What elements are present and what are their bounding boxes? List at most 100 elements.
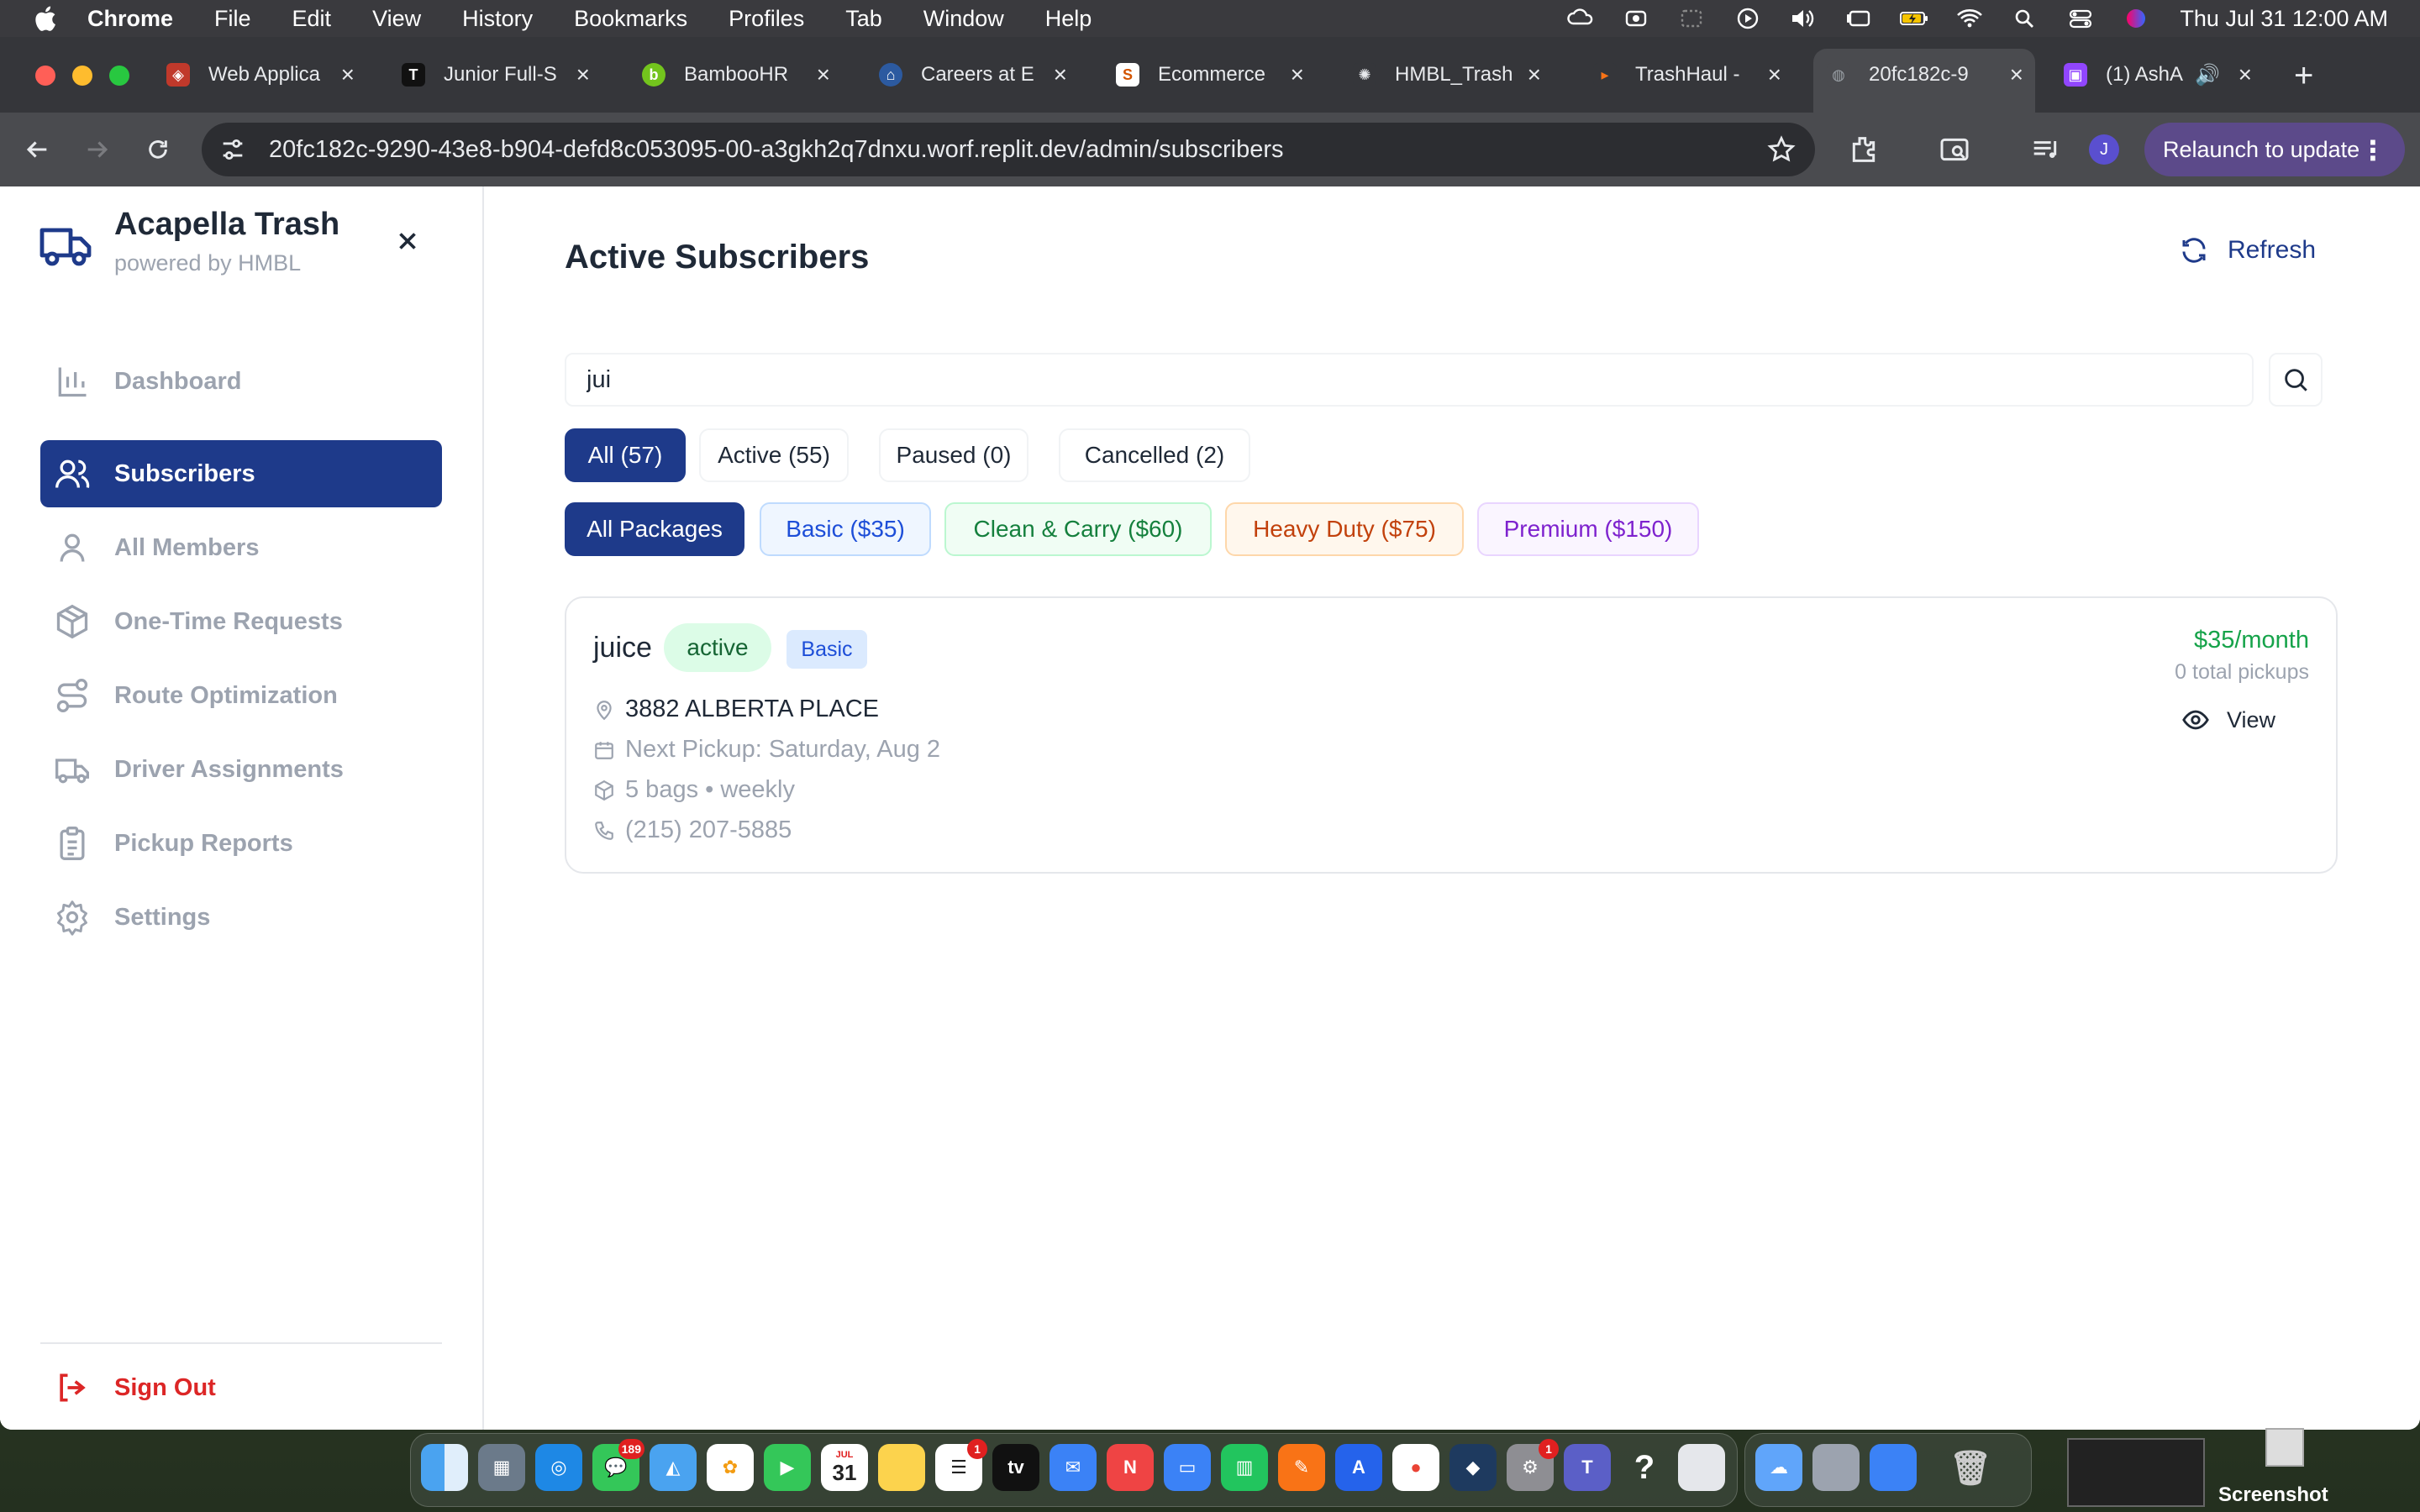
pages-icon[interactable]: ✎	[1278, 1444, 1325, 1491]
sidebar-item-one-time-requests[interactable]: One-Time Requests	[40, 588, 442, 655]
tab-close-icon[interactable]: ×	[2238, 61, 2252, 88]
screenshot-thumbnail[interactable]	[2067, 1438, 2205, 1507]
menu-view[interactable]: View	[372, 6, 421, 32]
siri-icon[interactable]	[2118, 6, 2154, 31]
browser-tab[interactable]: ▸ TrashHaul - ×	[1580, 50, 1793, 99]
reload-icon[interactable]	[141, 133, 175, 166]
tab-audio-icon[interactable]: 🔊	[2195, 63, 2220, 87]
maps-icon[interactable]: ◭	[650, 1444, 697, 1491]
cloud-sync-icon[interactable]	[1618, 6, 1655, 31]
back-icon[interactable]	[20, 133, 54, 166]
tab-close-icon[interactable]: ×	[1528, 61, 1541, 88]
view-subscriber-button[interactable]: View	[2181, 706, 2275, 734]
apple-icon[interactable]	[32, 4, 57, 33]
package-filter-clean-carry[interactable]: Clean & Carry ($60)	[944, 502, 1212, 556]
stage-manager-icon[interactable]	[1840, 6, 1877, 31]
more-options-icon[interactable]: ⋮	[2360, 134, 2386, 166]
help-icon[interactable]: ?	[1621, 1444, 1668, 1491]
browser-tab[interactable]: ▣ (1) AshA 🔊 ×	[2050, 50, 2264, 99]
safari-icon[interactable]: ◎	[535, 1444, 582, 1491]
icloud-drive-icon[interactable]: ☁	[1755, 1444, 1802, 1491]
tab-close-icon[interactable]: ×	[1768, 61, 1781, 88]
browser-tab[interactable]: S Ecommerce ×	[1102, 50, 1316, 99]
url-text[interactable]: 20fc182c-9290-43e8-b904-defd8c053095-00-…	[269, 136, 1284, 164]
app-store-icon[interactable]: A	[1335, 1444, 1382, 1491]
sidebar-item-pickup-reports[interactable]: Pickup Reports	[40, 810, 442, 877]
close-sidebar-icon[interactable]	[393, 227, 422, 255]
relaunch-to-update-button[interactable]: Relaunch to update ⋮	[2144, 123, 2405, 176]
play-icon[interactable]	[1729, 6, 1766, 31]
close-window-button[interactable]	[35, 66, 55, 86]
minimize-window-button[interactable]	[72, 66, 92, 86]
search-button[interactable]	[2269, 353, 2323, 407]
mail-icon[interactable]: ✉	[1050, 1444, 1097, 1491]
sidebar-item-all-members[interactable]: All Members	[40, 514, 442, 581]
photos-icon[interactable]: ✿	[707, 1444, 754, 1491]
window-icon[interactable]	[1674, 6, 1711, 31]
profile-avatar[interactable]: J	[2089, 134, 2119, 165]
screenshot-label[interactable]: Screenshot	[2218, 1483, 2328, 1507]
menu-edit[interactable]: Edit	[292, 6, 332, 32]
calendar-app-icon[interactable]: JUL 31	[821, 1444, 868, 1491]
package-filter-basic[interactable]: Basic ($35)	[760, 502, 931, 556]
finder-icon[interactable]	[421, 1444, 468, 1491]
system-settings-icon[interactable]: ⚙ 1	[1507, 1439, 1559, 1491]
wifi-icon[interactable]	[1951, 6, 1988, 31]
new-tab-button[interactable]: +	[2294, 57, 2313, 95]
sidebar-item-settings[interactable]: Settings	[40, 884, 442, 951]
menu-history[interactable]: History	[462, 6, 533, 32]
menu-profiles[interactable]: Profiles	[729, 6, 804, 32]
tab-close-icon[interactable]: ×	[2010, 61, 2023, 88]
sidebar-item-route-optimization[interactable]: Route Optimization	[40, 662, 442, 729]
tab-search-icon[interactable]	[1938, 133, 1971, 166]
filter-active[interactable]: Active (55)	[699, 428, 849, 482]
tab-close-icon[interactable]: ×	[341, 61, 355, 88]
creative-cloud-icon[interactable]	[1563, 6, 1600, 31]
forward-icon[interactable]	[81, 133, 114, 166]
tab-close-icon[interactable]: ×	[576, 61, 590, 88]
filter-paused[interactable]: Paused (0)	[879, 428, 1028, 482]
numbers-icon[interactable]: ▥	[1221, 1444, 1268, 1491]
package-filter-premium[interactable]: Premium ($150)	[1477, 502, 1699, 556]
menubar-clock[interactable]: Thu Jul 31 12:00 AM	[2180, 6, 2388, 32]
tab-close-icon[interactable]: ×	[1054, 61, 1067, 88]
search-input[interactable]	[565, 353, 2254, 407]
extensions-icon[interactable]	[1847, 133, 1881, 166]
browser-tab[interactable]: ◈ Web Applica ×	[153, 50, 366, 99]
menu-window[interactable]: Window	[923, 6, 1004, 32]
control-center-icon[interactable]	[2062, 6, 2099, 31]
messages-icon[interactable]: 💬 189	[592, 1439, 644, 1491]
zoom-window-button[interactable]	[109, 66, 129, 86]
bookmark-star-icon[interactable]	[1766, 134, 1797, 165]
spotlight-search-icon[interactable]	[2007, 6, 2044, 31]
volume-icon[interactable]	[1785, 6, 1822, 31]
package-filter-all[interactable]: All Packages	[565, 502, 744, 556]
tab-close-icon[interactable]: ×	[817, 61, 830, 88]
filter-cancelled[interactable]: Cancelled (2)	[1059, 428, 1250, 482]
browser-tab[interactable]: T Junior Full-S ×	[388, 50, 602, 99]
filter-all[interactable]: All (57)	[565, 428, 686, 482]
menu-help[interactable]: Help	[1045, 6, 1092, 32]
menu-file[interactable]: File	[214, 6, 251, 32]
browser-tab-active[interactable]: ◍ 20fc182c-9 ×	[1813, 49, 2035, 113]
apple-tv-icon[interactable]: tv	[992, 1444, 1039, 1491]
subscriber-card[interactable]: juice active Basic 3882 ALBERTA PLACE Ne…	[565, 596, 2338, 874]
menu-tab[interactable]: Tab	[845, 6, 882, 32]
facetime-icon[interactable]: ▶	[764, 1444, 811, 1491]
tab-close-icon[interactable]: ×	[1291, 61, 1304, 88]
media-controls-icon[interactable]	[2028, 133, 2062, 166]
sidebar-item-subscribers[interactable]: Subscribers	[40, 440, 442, 507]
news-icon[interactable]: N	[1107, 1444, 1154, 1491]
downloads-folder-icon[interactable]	[1812, 1444, 1860, 1491]
reminders-icon[interactable]: ☰ 1	[935, 1439, 987, 1491]
menu-app-name[interactable]: Chrome	[87, 6, 173, 32]
browser-tab[interactable]: b BambooHR ×	[629, 50, 842, 99]
sign-out-button[interactable]: Sign Out	[40, 1361, 216, 1415]
sidebar-item-dashboard[interactable]: Dashboard	[40, 348, 442, 415]
teams-icon[interactable]: T	[1564, 1444, 1611, 1491]
browser-tab[interactable]: ⌂ Careers at E ×	[865, 50, 1079, 99]
chrome-icon[interactable]: ●	[1392, 1444, 1439, 1491]
notes-icon[interactable]	[878, 1444, 925, 1491]
sidebar-item-driver-assignments[interactable]: Driver Assignments	[40, 736, 442, 803]
address-bar[interactable]: 20fc182c-9290-43e8-b904-defd8c053095-00-…	[202, 123, 1815, 176]
